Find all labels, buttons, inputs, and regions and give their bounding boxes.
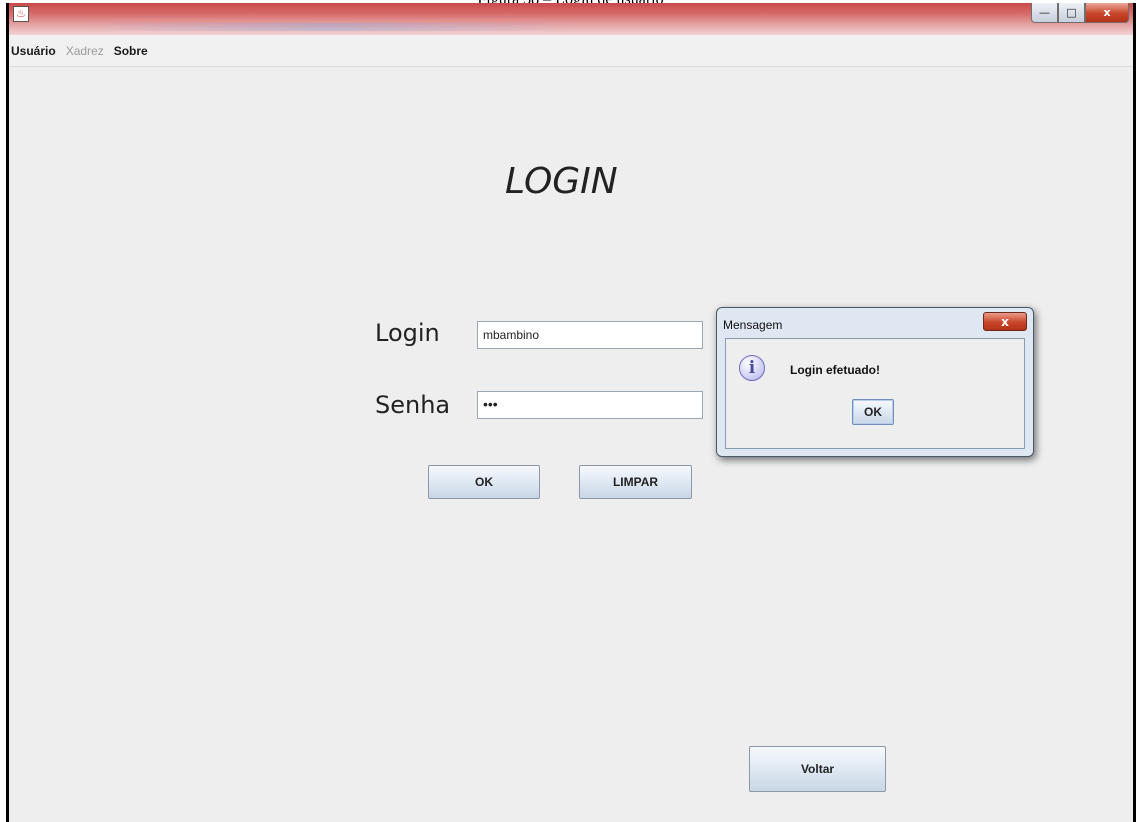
title-bar[interactable]: ♨ — □ x bbox=[9, 3, 1133, 35]
dialog-ok-button[interactable]: OK bbox=[852, 399, 894, 425]
dialog-body: i Login efetuado! OK bbox=[725, 338, 1025, 449]
window-controls: — □ x bbox=[1031, 3, 1129, 23]
back-button[interactable]: Voltar bbox=[749, 746, 886, 792]
page-title: LOGIN bbox=[505, 161, 618, 202]
ok-button[interactable]: OK bbox=[428, 465, 540, 499]
menu-xadrez[interactable]: Xadrez bbox=[66, 44, 104, 58]
dialog-message: Login efetuado! bbox=[790, 363, 880, 377]
clear-button[interactable]: LIMPAR bbox=[579, 465, 692, 499]
close-button[interactable]: x bbox=[1085, 3, 1129, 23]
login-label: Login bbox=[375, 319, 440, 347]
java-icon: ♨ bbox=[13, 6, 29, 22]
dialog-title: Mensagem bbox=[723, 318, 783, 332]
menu-usuario[interactable]: Usuário bbox=[11, 44, 56, 58]
menu-sobre[interactable]: Sobre bbox=[114, 44, 148, 58]
password-input[interactable]: ••• bbox=[477, 391, 703, 419]
login-input[interactable]: mbambino bbox=[477, 321, 703, 349]
message-dialog: Mensagem x i Login efetuado! OK bbox=[716, 307, 1034, 457]
maximize-button[interactable]: □ bbox=[1058, 3, 1085, 23]
info-icon: i bbox=[739, 355, 765, 381]
menu-bar: Usuário Xadrez Sobre bbox=[9, 35, 1133, 67]
minimize-button[interactable]: — bbox=[1031, 3, 1058, 23]
dialog-close-button[interactable]: x bbox=[983, 312, 1027, 331]
application-window: ♨ — □ x Usuário Xadrez Sobre LOGIN Login… bbox=[6, 3, 1136, 822]
login-panel: LOGIN Login mbambino Senha ••• OK LIMPAR… bbox=[9, 67, 1133, 822]
password-label: Senha bbox=[375, 391, 451, 419]
